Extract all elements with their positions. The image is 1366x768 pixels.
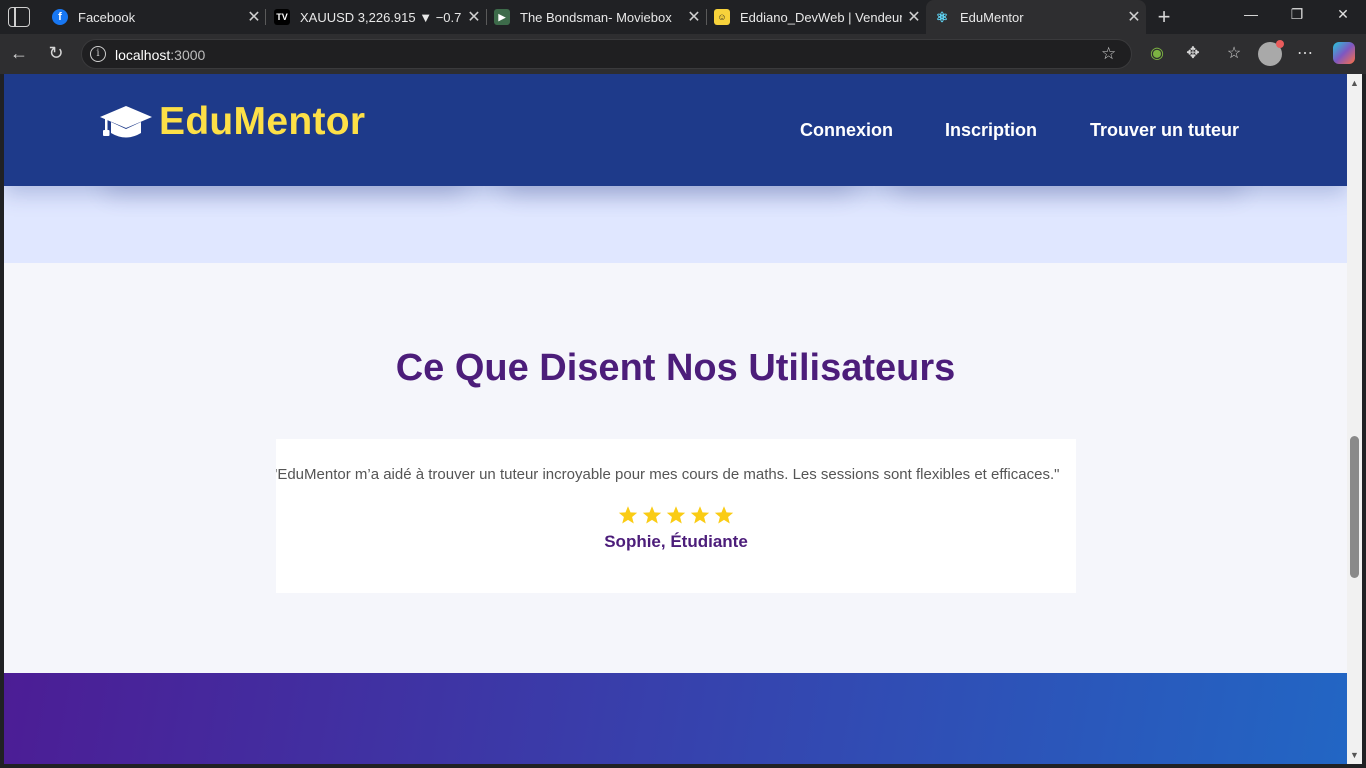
tab-title: Eddiano_DevWeb | Vendeur su bbox=[740, 9, 902, 25]
window-close-icon[interactable]: ✕ bbox=[1331, 6, 1355, 23]
tab-title: The Bondsman- Moviebox bbox=[520, 9, 672, 25]
brand-name: EduMentor bbox=[159, 100, 366, 143]
star-icon bbox=[618, 506, 638, 524]
features-section-bottom bbox=[4, 186, 1347, 263]
more-menu-icon[interactable]: ⋯ bbox=[1294, 43, 1316, 63]
site-header: EduMentor Connexion Inscription Trouver … bbox=[4, 74, 1347, 186]
facebook-icon: f bbox=[52, 9, 68, 25]
site-info-icon[interactable]: i bbox=[90, 46, 106, 62]
extensions-puzzle-icon[interactable]: ✥ bbox=[1182, 43, 1204, 63]
back-arrow-icon[interactable]: ← bbox=[8, 43, 30, 64]
extension-color-icon[interactable]: ◉ bbox=[1146, 43, 1168, 63]
url-port: :3000 bbox=[170, 47, 206, 63]
nav-inscription[interactable]: Inscription bbox=[945, 120, 1037, 141]
tab-facebook[interactable]: f Facebook ✕ bbox=[44, 0, 266, 34]
tradingview-icon: TV bbox=[274, 9, 290, 25]
url-text: localhost:3000 bbox=[115, 47, 205, 63]
close-icon[interactable]: ✕ bbox=[902, 7, 926, 27]
star-icon bbox=[714, 506, 734, 524]
star-icon bbox=[690, 506, 710, 524]
testimonial-author: Sophie, Étudiante bbox=[604, 532, 748, 551]
nav-connexion[interactable]: Connexion bbox=[800, 120, 893, 141]
tab-title: Facebook bbox=[78, 9, 136, 25]
page-scrollbar[interactable]: ▲ ▼ bbox=[1347, 74, 1362, 764]
testimonial-quote: "EduMentor m’a aidé à trouver un tuteur … bbox=[276, 466, 1060, 483]
favorite-star-icon[interactable]: ☆ bbox=[1101, 44, 1121, 64]
reload-icon[interactable]: ↻ bbox=[45, 43, 67, 64]
tab-xauusd[interactable]: TV XAUUSD 3,226.915 ▼ −0.72% ✕ bbox=[266, 0, 486, 34]
tab-moviebox[interactable]: ▶ The Bondsman- Moviebox ✕ bbox=[486, 0, 706, 34]
rating-stars bbox=[276, 505, 1076, 530]
browser-toolbar: ← ↻ i localhost:3000 ☆ ◉ ✥ ☆ ⋯ bbox=[0, 34, 1366, 74]
tab-strip: f Facebook ✕ TV XAUUSD 3,226.915 ▼ −0.72… bbox=[0, 0, 1366, 34]
moviebox-icon: ▶ bbox=[494, 9, 510, 25]
tab-title: XAUUSD 3,226.915 ▼ −0.72% bbox=[300, 9, 462, 25]
profile-avatar-icon[interactable] bbox=[1258, 40, 1284, 66]
star-icon bbox=[642, 506, 662, 524]
restore-icon[interactable]: ❐ bbox=[1285, 6, 1309, 23]
new-tab-icon[interactable]: + bbox=[1152, 4, 1176, 30]
testimonial-card: "EduMentor m’a aidé à trouver un tuteur … bbox=[276, 439, 1076, 593]
react-icon: ⚛ bbox=[935, 8, 949, 25]
favorites-icon[interactable]: ☆ bbox=[1223, 43, 1245, 63]
scroll-down-icon[interactable]: ▼ bbox=[1349, 750, 1360, 760]
fiverr-icon: ☺ bbox=[714, 9, 730, 25]
tab-edumentor[interactable]: ⚛ EduMentor ✕ bbox=[926, 0, 1146, 34]
star-icon bbox=[666, 506, 686, 524]
page-viewport: EduMentor Connexion Inscription Trouver … bbox=[4, 74, 1347, 764]
address-bar[interactable]: i localhost:3000 ☆ bbox=[81, 39, 1132, 69]
close-icon[interactable]: ✕ bbox=[242, 7, 266, 27]
url-host: localhost bbox=[115, 47, 171, 63]
logo[interactable]: EduMentor bbox=[99, 100, 365, 144]
close-icon[interactable]: ✕ bbox=[462, 7, 486, 27]
tab-fiverr[interactable]: ☺ Eddiano_DevWeb | Vendeur su ✕ bbox=[706, 0, 926, 34]
testimonials-title: Ce Que Disent Nos Utilisateurs bbox=[395, 347, 956, 389]
graduation-cap-icon bbox=[100, 106, 152, 138]
copilot-icon[interactable] bbox=[1333, 42, 1355, 64]
tab-title: EduMentor bbox=[960, 9, 1024, 25]
scrollbar-thumb[interactable] bbox=[1350, 436, 1359, 578]
close-icon[interactable]: ✕ bbox=[682, 7, 706, 27]
scroll-up-icon[interactable]: ▲ bbox=[1349, 78, 1360, 88]
tab-actions-icon[interactable] bbox=[8, 7, 30, 27]
nav-find-tutor[interactable]: Trouver un tuteur bbox=[1090, 120, 1239, 141]
close-icon[interactable]: ✕ bbox=[1122, 7, 1146, 27]
minimize-icon[interactable]: — bbox=[1239, 6, 1263, 22]
cta-section-gradient bbox=[4, 673, 1347, 764]
